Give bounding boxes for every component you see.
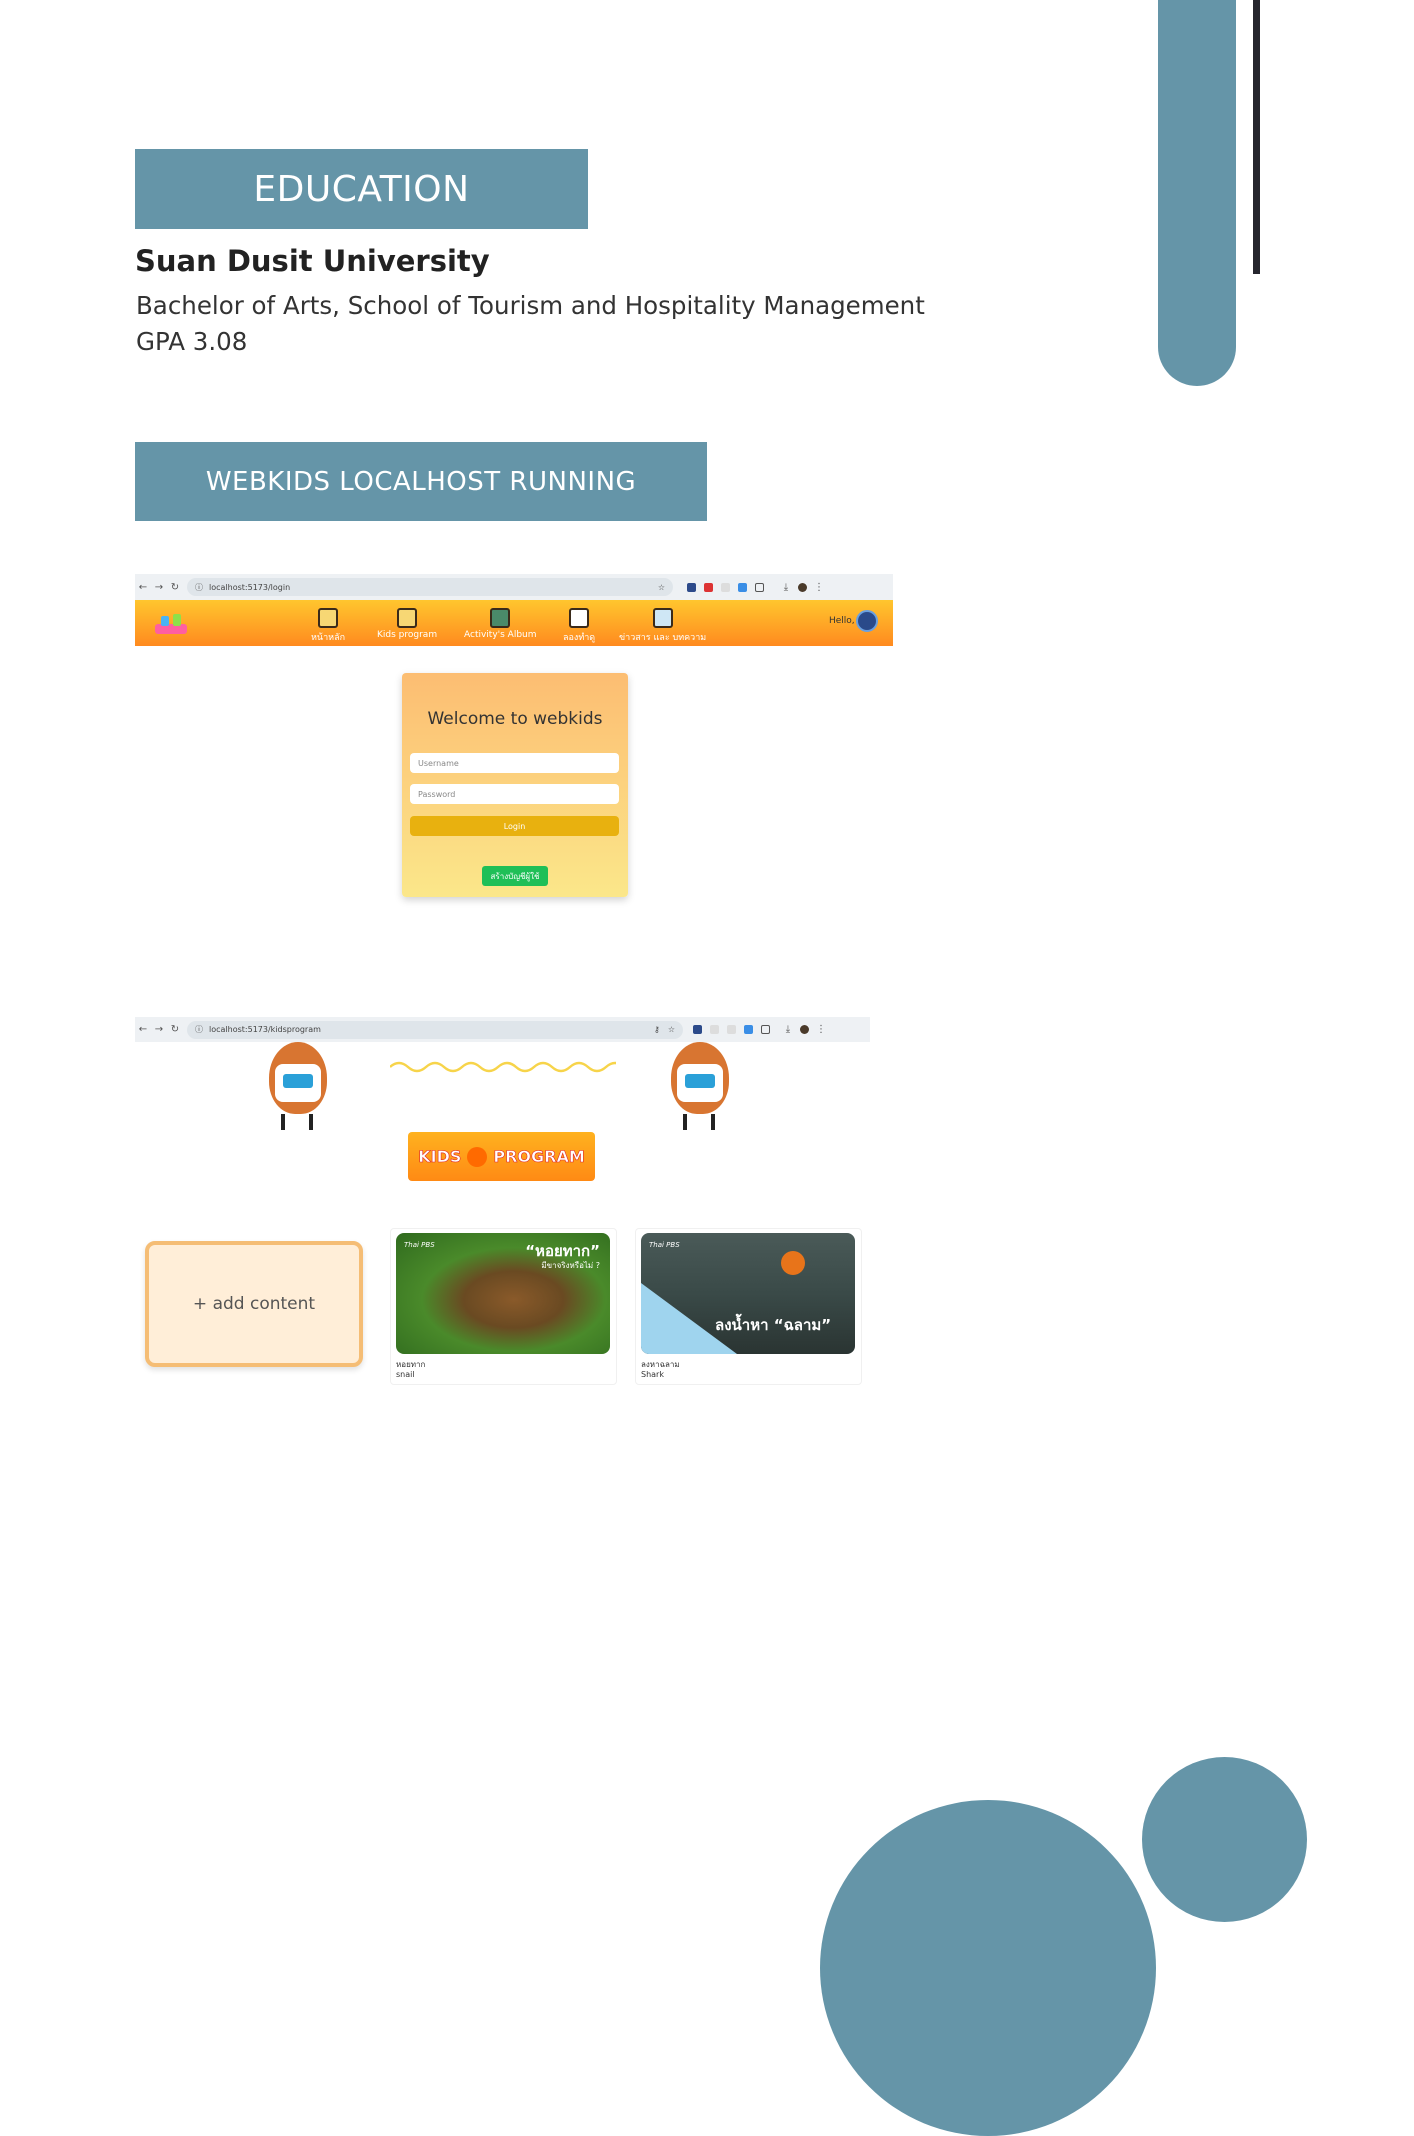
forward-icon[interactable]: → <box>151 1024 167 1035</box>
user-avatar[interactable] <box>856 610 878 632</box>
menu-kebab-icon[interactable]: ⋮ <box>811 582 827 593</box>
edit-icon <box>569 608 590 628</box>
thumb-brand: Thai PBS <box>404 1241 435 1249</box>
download-icon[interactable]: ⤓ <box>778 582 794 593</box>
video-card[interactable]: Thai PBS ลงน้ำหา “ฉลาม” ลงหาฉลาม Shark <box>635 1228 862 1385</box>
nav-activity-album[interactable]: Activity's Album <box>464 608 537 640</box>
nav-label: ข่าวสาร และ บทความ <box>619 633 707 643</box>
newspaper-icon <box>652 608 673 628</box>
extension-icon[interactable] <box>744 1025 753 1034</box>
webkids-logo[interactable] <box>153 610 189 636</box>
create-account-button[interactable]: สร้างบัญชีผู้ใช้ <box>482 866 548 886</box>
photo-icon <box>490 608 511 628</box>
greeting-text: Hello, <box>829 616 855 626</box>
welcome-title: Welcome to webkids <box>427 709 603 729</box>
download-icon[interactable]: ⤓ <box>780 1024 796 1035</box>
username-input[interactable]: Username <box>410 753 619 773</box>
login-card: Welcome to webkids Username Password Log… <box>402 673 628 897</box>
site-navbar: หน้าหลัก Kids program Activity's Album ล… <box>135 600 893 646</box>
star-icon[interactable]: ☆ <box>668 1025 675 1034</box>
gpa-text: GPA 3.08 <box>136 327 248 356</box>
profile-icon[interactable] <box>800 1025 809 1034</box>
profile-icon[interactable] <box>798 582 807 592</box>
banner-text-right: PROGRAM <box>493 1147 585 1167</box>
mascot-bird-right <box>665 1042 735 1137</box>
back-icon[interactable]: ← <box>135 1024 151 1035</box>
extension-icon[interactable] <box>727 1025 736 1034</box>
decorative-vertical-line <box>1253 0 1260 274</box>
kids-program-screenshot: ← → ↻ ⓘ localhost:5173/kidsprogram ⚷ ☆ ⤓… <box>135 1017 870 1385</box>
extension-icon[interactable] <box>693 1025 702 1034</box>
card-title-en: Shark <box>641 1370 664 1379</box>
menu-kebab-icon[interactable]: ⋮ <box>813 1024 829 1035</box>
back-icon[interactable]: ← <box>135 582 151 593</box>
nav-label: ลองทำดู <box>563 633 596 643</box>
password-input[interactable]: Password <box>410 784 619 804</box>
thumb-title: ลงน้ำหา “ฉลาม” <box>715 1316 832 1334</box>
nav-home[interactable]: หน้าหลัก <box>311 608 345 644</box>
video-thumbnail[interactable]: Thai PBS ลงน้ำหา “ฉลาม” <box>641 1233 855 1354</box>
extension-icon[interactable] <box>738 582 747 592</box>
info-icon: ⓘ <box>195 582 203 592</box>
nav-label: Activity's Album <box>464 630 537 640</box>
university-name: Suan Dusit University <box>135 244 490 278</box>
webkids-heading: WEBKIDS LOCALHOST RUNNING <box>135 442 707 521</box>
key-icon[interactable]: ⚷ <box>654 1025 660 1034</box>
kids-program-banner: KIDS PROGRAM <box>408 1132 595 1181</box>
home-icon <box>318 608 339 628</box>
education-heading: EDUCATION <box>135 149 588 229</box>
url-text: localhost:5173/login <box>209 582 291 592</box>
thumb-brand: Thai PBS <box>649 1241 680 1249</box>
url-text: localhost:5173/kidsprogram <box>209 1025 321 1034</box>
nav-news[interactable]: ข่าวสาร และ บทความ <box>619 608 706 644</box>
decorative-circle-small <box>1142 1757 1307 1922</box>
decorative-circle-large <box>820 1800 1156 2136</box>
decorative-vertical-bar <box>1158 0 1236 386</box>
extension-icon[interactable] <box>721 582 730 592</box>
browser-toolbar: ← → ↻ ⓘ localhost:5173/kidsprogram ⚷ ☆ ⤓… <box>135 1017 870 1042</box>
login-button[interactable]: Login <box>410 816 619 836</box>
add-content-button[interactable]: + add content <box>145 1241 363 1367</box>
extensions-puzzle-icon[interactable] <box>755 582 764 592</box>
nav-label: หน้าหลัก <box>311 633 346 643</box>
nav-try-it[interactable]: ลองทำดู <box>563 608 595 644</box>
info-icon: ⓘ <box>195 1025 203 1034</box>
extension-icon[interactable] <box>704 582 713 592</box>
address-bar[interactable]: ⓘ localhost:5173/kidsprogram ⚷ ☆ <box>187 1020 683 1039</box>
card-title-en: snail <box>396 1370 415 1379</box>
nav-label: Kids program <box>377 630 438 640</box>
star-icon[interactable]: ☆ <box>658 583 665 592</box>
thumb-subtitle: มีขาจริงหรือไม่ ? <box>541 1261 600 1270</box>
nav-kids-program[interactable]: Kids program <box>377 608 437 640</box>
reload-icon[interactable]: ↻ <box>167 1024 183 1035</box>
address-bar[interactable]: ⓘ localhost:5173/login ☆ <box>187 578 673 596</box>
wavy-decoration <box>390 1061 616 1073</box>
extensions-puzzle-icon[interactable] <box>761 1025 770 1034</box>
forward-icon[interactable]: → <box>151 582 167 593</box>
degree-text: Bachelor of Arts, School of Tourism and … <box>136 291 925 320</box>
mascot-bird-left <box>263 1042 333 1137</box>
browser-toolbar: ← → ↻ ⓘ localhost:5173/login ☆ ⤓ ⋮ <box>135 574 893 600</box>
bird-logo-icon <box>467 1146 488 1167</box>
reload-icon[interactable]: ↻ <box>167 582 183 593</box>
video-card[interactable]: Thai PBS “หอยทาก” มีขาจริงหรือไม่ ? หอยท… <box>390 1228 617 1385</box>
banner-text-left: KIDS <box>418 1147 462 1167</box>
monitor-icon <box>397 608 418 628</box>
video-thumbnail[interactable]: Thai PBS “หอยทาก” มีขาจริงหรือไม่ ? <box>396 1233 610 1354</box>
extension-icon[interactable] <box>687 582 696 592</box>
extension-icon[interactable] <box>710 1025 719 1034</box>
